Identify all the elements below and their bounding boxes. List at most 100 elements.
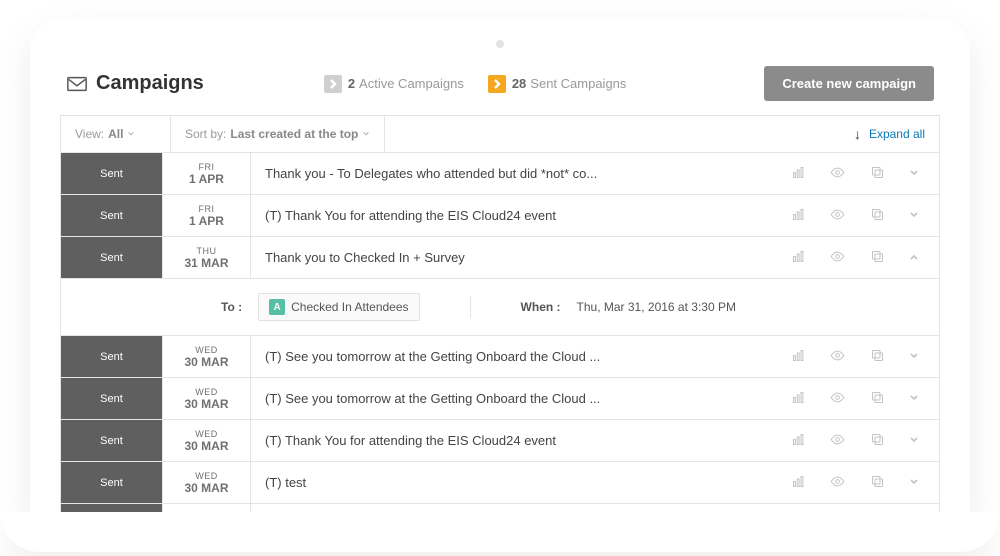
duplicate-icon[interactable] bbox=[870, 207, 885, 225]
table-row[interactable]: SentFRI1 APR(T) Thank You for attending … bbox=[60, 195, 940, 237]
row-actions bbox=[779, 462, 939, 503]
expand-all-label: Expand all bbox=[869, 127, 925, 141]
duplicate-icon[interactable] bbox=[870, 390, 885, 408]
expand-toggle-icon[interactable] bbox=[909, 475, 919, 490]
divider bbox=[470, 296, 471, 318]
duplicate-icon[interactable] bbox=[870, 348, 885, 366]
row-actions bbox=[779, 153, 939, 194]
stats-icon[interactable] bbox=[791, 390, 806, 408]
day-of-week: FRI bbox=[199, 162, 215, 172]
page-header: Campaigns 2 Active Campaigns 28 Sent Cam… bbox=[60, 60, 940, 115]
create-campaign-button[interactable]: Create new campaign bbox=[764, 66, 934, 101]
camera-dot bbox=[496, 40, 504, 48]
subject-cell: (T) test bbox=[251, 462, 779, 503]
preview-icon[interactable] bbox=[830, 432, 845, 450]
table-row[interactable]: SentWED30 MAR(T) See you tomorrow at the… bbox=[60, 336, 940, 378]
duplicate-icon[interactable] bbox=[870, 249, 885, 267]
expanded-details: To :AChecked In AttendeesWhen :Thu, Mar … bbox=[60, 279, 940, 336]
view-filter[interactable]: View: All bbox=[61, 116, 171, 152]
table-row[interactable]: SentWED30 MAR(T) test bbox=[60, 462, 940, 504]
preview-icon[interactable] bbox=[830, 249, 845, 267]
table-row[interactable]: SentTHU31 MARThank you to Checked In + S… bbox=[60, 237, 940, 279]
sent-label: Sent Campaigns bbox=[530, 76, 626, 91]
sort-prefix: Sort by: bbox=[185, 127, 226, 141]
table-row[interactable]: SentWED30 MAR(T) Thank You for attending… bbox=[60, 420, 940, 462]
chevron-icon-gray bbox=[324, 75, 342, 93]
expand-toggle-icon[interactable] bbox=[909, 433, 919, 448]
table-row[interactable]: SentFRI1 APRThank you - To Delegates who… bbox=[60, 153, 940, 195]
day-of-week: WED bbox=[195, 429, 218, 439]
preview-icon[interactable] bbox=[830, 348, 845, 366]
row-actions bbox=[779, 420, 939, 461]
row-actions bbox=[779, 237, 939, 278]
stats-icon[interactable] bbox=[791, 249, 806, 267]
day-month: 30 MAR bbox=[184, 397, 228, 411]
toolbar-spacer bbox=[385, 116, 840, 152]
view-value: All bbox=[108, 127, 123, 141]
day-of-week: WED bbox=[195, 345, 218, 355]
subject-cell: (T) See you tomorrow at the Getting Onbo… bbox=[251, 378, 779, 419]
header-stats: 2 Active Campaigns 28 Sent Campaigns bbox=[324, 75, 627, 93]
recipient-chip[interactable]: AChecked In Attendees bbox=[258, 293, 419, 321]
active-campaigns[interactable]: 2 Active Campaigns bbox=[324, 75, 464, 93]
chevron-icon-orange bbox=[488, 75, 506, 93]
active-count: 2 bbox=[348, 76, 355, 91]
laptop-frame: Campaigns 2 Active Campaigns 28 Sent Cam… bbox=[30, 20, 970, 520]
subject-cell: Thank you to Checked In + Survey bbox=[251, 237, 779, 278]
expand-toggle-icon[interactable] bbox=[909, 250, 919, 265]
day-month: 1 APR bbox=[189, 172, 224, 186]
duplicate-icon[interactable] bbox=[870, 432, 885, 450]
recipient-name: Checked In Attendees bbox=[291, 300, 408, 314]
date-cell: FRI1 APR bbox=[163, 153, 251, 194]
status-badge: Sent bbox=[61, 237, 163, 278]
subject-cell: (T) See you tomorrow at the Getting Onbo… bbox=[251, 336, 779, 377]
stats-icon[interactable] bbox=[791, 207, 806, 225]
subject-cell: (T) Thank You for attending the EIS Clou… bbox=[251, 195, 779, 236]
expand-toggle-icon[interactable] bbox=[909, 208, 919, 223]
expand-toggle-icon[interactable] bbox=[909, 391, 919, 406]
day-month: 30 MAR bbox=[184, 355, 228, 369]
row-actions bbox=[779, 336, 939, 377]
laptop-base bbox=[0, 512, 1000, 552]
campaign-list: SentFRI1 APRThank you - To Delegates who… bbox=[60, 153, 940, 520]
list-toolbar: View: All Sort by: Last created at the t… bbox=[60, 115, 940, 153]
date-cell: FRI1 APR bbox=[163, 195, 251, 236]
status-badge: Sent bbox=[61, 378, 163, 419]
stats-icon[interactable] bbox=[791, 165, 806, 183]
date-cell: WED30 MAR bbox=[163, 420, 251, 461]
date-cell: WED30 MAR bbox=[163, 336, 251, 377]
row-actions bbox=[779, 378, 939, 419]
day-of-week: WED bbox=[195, 471, 218, 481]
preview-icon[interactable] bbox=[830, 390, 845, 408]
expand-toggle-icon[interactable] bbox=[909, 349, 919, 364]
status-badge: Sent bbox=[61, 420, 163, 461]
duplicate-icon[interactable] bbox=[870, 165, 885, 183]
stats-icon[interactable] bbox=[791, 474, 806, 492]
active-label: Active Campaigns bbox=[359, 76, 464, 91]
subject-cell: Thank you - To Delegates who attended bu… bbox=[251, 153, 779, 194]
day-of-week: THU bbox=[197, 246, 217, 256]
stats-icon[interactable] bbox=[791, 348, 806, 366]
table-row[interactable]: Sent WED30 MAR (T) See you tomorrow at the… bbox=[60, 378, 940, 420]
to-label: To : bbox=[221, 300, 242, 314]
download-arrow-icon: ↓ bbox=[854, 126, 861, 142]
status-badge: Sent bbox=[61, 462, 163, 503]
preview-icon[interactable] bbox=[830, 474, 845, 492]
preview-icon[interactable] bbox=[830, 207, 845, 225]
row-actions bbox=[779, 195, 939, 236]
page-title: Campaigns bbox=[96, 72, 204, 95]
stats-icon[interactable] bbox=[791, 432, 806, 450]
day-month: 30 MAR bbox=[184, 439, 228, 453]
expand-toggle-icon[interactable] bbox=[909, 166, 919, 181]
duplicate-icon[interactable] bbox=[870, 474, 885, 492]
day-of-week: WED bbox=[195, 387, 218, 397]
date-cell: THU31 MAR bbox=[163, 237, 251, 278]
status-badge: Sent bbox=[61, 336, 163, 377]
sent-campaigns[interactable]: 28 Sent Campaigns bbox=[488, 75, 627, 93]
expand-all-button[interactable]: ↓ Expand all bbox=[840, 116, 939, 152]
preview-icon[interactable] bbox=[830, 165, 845, 183]
sent-count: 28 bbox=[512, 76, 526, 91]
date-cell: WED30 MAR bbox=[163, 462, 251, 503]
sort-filter[interactable]: Sort by: Last created at the top bbox=[171, 116, 385, 152]
day-month: 30 MAR bbox=[184, 481, 228, 495]
